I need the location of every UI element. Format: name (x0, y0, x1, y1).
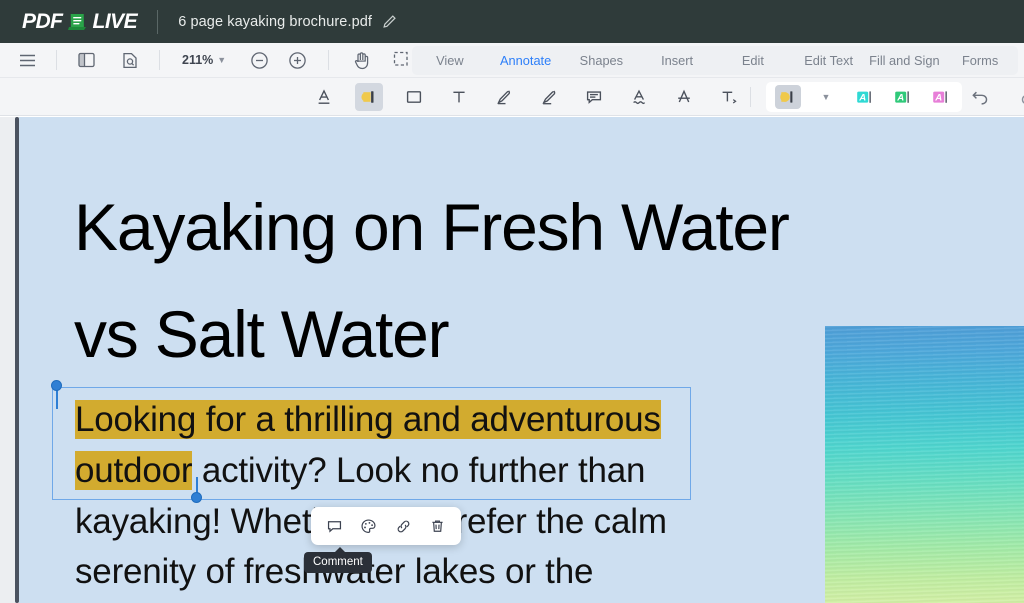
tab-annotate[interactable]: Annotate (488, 46, 564, 75)
title-bar: PDF LIVE 6 page kayaking brochure.pdf (0, 0, 1024, 43)
text-insert-icon[interactable] (715, 83, 743, 111)
popup-tooltip: Comment (304, 552, 372, 573)
selection-handle-end[interactable] (191, 492, 202, 503)
tab-view[interactable]: View (412, 46, 488, 75)
annotate-toolbar: ▼ A A A (0, 78, 1024, 116)
chevron-down-icon: ▼ (822, 92, 831, 102)
svg-text:A: A (858, 93, 866, 104)
tab-edit-text[interactable]: Edit Text (791, 46, 867, 75)
undo-arrow-icon[interactable] (966, 83, 994, 111)
annotation-popup-toolbar (311, 507, 461, 545)
primary-toolbar: 211% ▼ View (0, 43, 1024, 78)
hamburger-menu-icon[interactable] (10, 46, 44, 74)
highlight-color-cyan[interactable]: A (851, 85, 877, 109)
green-document-icon (67, 12, 89, 32)
add-comment-icon[interactable] (321, 513, 347, 539)
annotate-tool-group (310, 83, 788, 111)
chevron-down-icon: ▼ (217, 55, 226, 65)
ocean-water-photo (825, 326, 1024, 603)
underline-text-icon[interactable] (310, 83, 338, 111)
document-viewer: Kayaking on Fresh Water vs Salt Water Lo… (0, 117, 1024, 603)
titlebar-divider (157, 10, 158, 34)
highlight-color-yellow[interactable] (775, 85, 801, 109)
toolbar-divider-4 (750, 87, 751, 107)
rectangle-icon[interactable] (400, 83, 428, 111)
add-link-icon[interactable] (390, 513, 416, 539)
tab-insert[interactable]: Insert (639, 46, 715, 75)
minus-circle-icon[interactable] (242, 46, 276, 74)
tab-fill-and-sign[interactable]: Fill and Sign (867, 46, 943, 75)
highlight-text-icon[interactable] (355, 83, 383, 111)
ribbon-tabs: View Annotate Shapes Insert Edit Edit Te… (412, 46, 1018, 75)
pencil-icon[interactable] (382, 14, 397, 29)
tab-forms[interactable]: Forms (942, 46, 1018, 75)
comment-icon[interactable] (580, 83, 608, 111)
svg-text:A: A (896, 93, 904, 104)
zoom-level-dropdown[interactable]: 211% ▼ (178, 53, 230, 67)
text-box-icon[interactable] (445, 83, 473, 111)
zoom-level-value: 211% (182, 53, 213, 67)
sidebar-panel-icon[interactable] (69, 46, 103, 74)
pdf-page[interactable]: Kayaking on Fresh Water vs Salt Water Lo… (19, 117, 1024, 603)
page-search-icon[interactable] (113, 46, 147, 74)
highlight-color-group: ▼ A A A (766, 82, 962, 112)
svg-text:A: A (934, 93, 942, 104)
selection-handle-start[interactable] (51, 380, 62, 391)
tab-shapes[interactable]: Shapes (564, 46, 640, 75)
squiggly-underline-icon[interactable] (625, 83, 653, 111)
redo-arrow-icon[interactable] (1014, 83, 1024, 111)
history-group (966, 83, 1024, 111)
app-logo[interactable]: PDF LIVE (22, 10, 137, 34)
toolbar-divider-2 (159, 50, 160, 70)
delete-icon[interactable] (425, 513, 451, 539)
plus-circle-icon[interactable] (280, 46, 314, 74)
marker-icon[interactable] (535, 83, 563, 111)
toolbar-divider-3 (328, 50, 329, 70)
highlight-color-green[interactable]: A (889, 85, 915, 109)
pdf-editor-app: PDF LIVE 6 page kayaking brochure.pdf (0, 0, 1024, 603)
color-dropdown-chevron[interactable]: ▼ (813, 85, 839, 109)
highlight-color-pink[interactable]: A (927, 85, 953, 109)
strikethrough-icon[interactable] (670, 83, 698, 111)
tab-edit[interactable]: Edit (715, 46, 791, 75)
toolbar-divider-1 (56, 50, 57, 70)
document-name: 6 page kayaking brochure.pdf (178, 14, 372, 30)
logo-text-live: LIVE (93, 10, 138, 34)
pen-icon[interactable] (490, 83, 518, 111)
color-palette-icon[interactable] (356, 513, 382, 539)
hand-tool-icon[interactable] (345, 46, 379, 74)
logo-text-pdf: PDF (22, 10, 63, 34)
page-body-text[interactable]: Looking for a thrilling and adventurous … (75, 395, 735, 598)
